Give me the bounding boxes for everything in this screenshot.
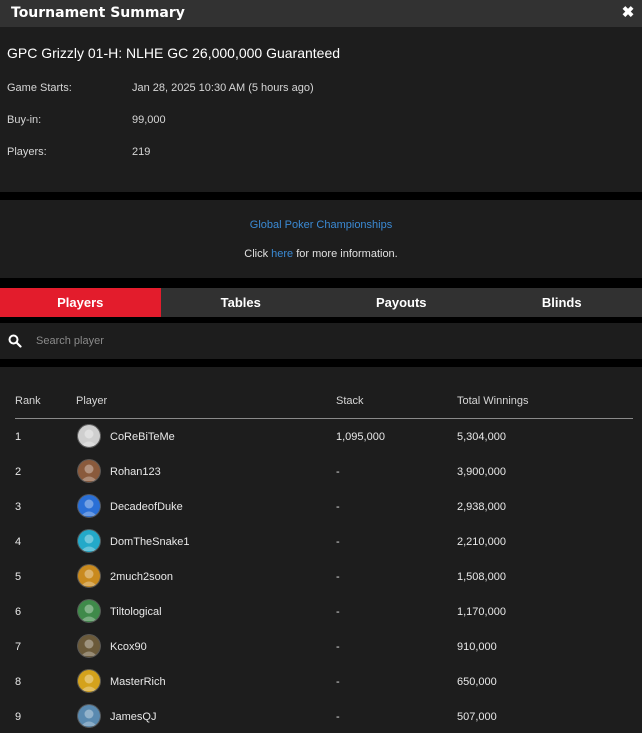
table-row[interactable]: 1 CoReBiTeMe 1,095,000 5,304,000: [15, 419, 633, 454]
window-title: Tournament Summary: [11, 5, 185, 21]
stack-cell: -: [336, 571, 340, 583]
player-name[interactable]: DomTheSnake1: [110, 536, 190, 548]
player-name[interactable]: Tiltological: [110, 606, 162, 618]
rank-cell: 7: [15, 641, 22, 653]
table-row[interactable]: 8 MasterRich - 650,000: [15, 664, 633, 699]
winnings-cell: 910,000: [457, 641, 497, 653]
player-avatar: [77, 564, 101, 588]
player-avatar: [77, 669, 101, 693]
player-avatar: [77, 599, 101, 623]
more-info-prefix: Click: [244, 248, 269, 260]
stack-cell: -: [336, 641, 340, 653]
players-table: Rank Player Stack Total Winnings 1 CoReBi…: [0, 367, 642, 733]
table-row[interactable]: 6 Tiltological - 1,170,000: [15, 594, 633, 629]
player-name[interactable]: CoReBiTeMe: [110, 431, 175, 443]
series-banner: Global Poker Championships Click here fo…: [0, 200, 642, 278]
more-info-line: Click here for more information.: [0, 248, 642, 260]
tab-tables[interactable]: Tables: [161, 288, 322, 317]
game-starts-label: Game Starts:: [7, 82, 72, 94]
player-name[interactable]: MasterRich: [110, 676, 166, 688]
player-avatar: [77, 494, 101, 518]
header-player[interactable]: Player: [76, 395, 107, 407]
tournament-name: GPC Grizzly 01-H: NLHE GC 26,000,000 Gua…: [7, 45, 341, 61]
tab-blinds[interactable]: Blinds: [482, 288, 642, 317]
players-label: Players:: [7, 146, 47, 158]
winnings-cell: 5,304,000: [457, 431, 506, 443]
stack-cell: -: [336, 501, 340, 513]
buy-in-value: 99,000: [132, 114, 166, 126]
winnings-cell: 507,000: [457, 711, 497, 723]
tab-bar: Players Tables Payouts Blinds: [0, 288, 642, 317]
player-avatar: [77, 529, 101, 553]
players-value: 219: [132, 146, 151, 158]
header-stack[interactable]: Stack: [336, 395, 364, 407]
search-bar: [0, 323, 642, 359]
table-header: Rank Player Stack Total Winnings: [15, 395, 633, 419]
table-row[interactable]: 2 Rohan123 - 3,900,000: [15, 454, 633, 489]
player-name[interactable]: JamesQJ: [110, 711, 156, 723]
header-rank[interactable]: Rank: [15, 395, 41, 407]
table-row[interactable]: 3 DecadeofDuke - 2,938,000: [15, 489, 633, 524]
player-name[interactable]: Rohan123: [110, 466, 161, 478]
winnings-cell: 1,170,000: [457, 606, 506, 618]
player-name[interactable]: Kcox90: [110, 641, 147, 653]
stack-cell: -: [336, 466, 340, 478]
player-name[interactable]: 2much2soon: [110, 571, 173, 583]
buy-in-label: Buy-in:: [7, 114, 42, 126]
series-link[interactable]: Global Poker Championships: [0, 219, 642, 231]
player-avatar: [77, 459, 101, 483]
rank-cell: 9: [15, 711, 22, 723]
player-name[interactable]: DecadeofDuke: [110, 501, 183, 513]
stack-cell: -: [336, 676, 340, 688]
tab-players[interactable]: Players: [0, 288, 161, 317]
winnings-cell: 2,938,000: [457, 501, 506, 513]
rank-cell: 4: [15, 536, 22, 548]
tab-payouts[interactable]: Payouts: [321, 288, 482, 317]
title-bar: Tournament Summary ✖: [0, 0, 642, 27]
table-row[interactable]: 5 2much2soon - 1,508,000: [15, 559, 633, 594]
rank-cell: 5: [15, 571, 22, 583]
table-row[interactable]: 7 Kcox90 - 910,000: [15, 629, 633, 664]
more-info-suffix: for more information.: [296, 248, 398, 260]
stack-cell: -: [336, 606, 340, 618]
table-row[interactable]: 4 DomTheSnake1 - 2,210,000: [15, 524, 633, 559]
game-starts-value: Jan 28, 2025 10:30 AM (5 hours ago): [132, 82, 314, 94]
search-input[interactable]: [36, 331, 626, 351]
header-total-winnings[interactable]: Total Winnings: [457, 395, 529, 407]
rank-cell: 2: [15, 466, 22, 478]
tournament-info: GPC Grizzly 01-H: NLHE GC 26,000,000 Gua…: [0, 27, 642, 192]
rank-cell: 1: [15, 431, 22, 443]
player-avatar: [77, 424, 101, 448]
winnings-cell: 650,000: [457, 676, 497, 688]
stack-cell: -: [336, 711, 340, 723]
more-info-link[interactable]: here: [271, 248, 293, 260]
search-icon: [8, 334, 22, 348]
table-row[interactable]: 9 JamesQJ - 507,000: [15, 699, 633, 733]
winnings-cell: 3,900,000: [457, 466, 506, 478]
player-avatar: [77, 634, 101, 658]
player-avatar: [77, 704, 101, 728]
winnings-cell: 1,508,000: [457, 571, 506, 583]
rank-cell: 6: [15, 606, 22, 618]
rank-cell: 8: [15, 676, 22, 688]
rank-cell: 3: [15, 501, 22, 513]
winnings-cell: 2,210,000: [457, 536, 506, 548]
stack-cell: -: [336, 536, 340, 548]
close-icon[interactable]: ✖: [620, 3, 636, 23]
stack-cell: 1,095,000: [336, 431, 385, 443]
